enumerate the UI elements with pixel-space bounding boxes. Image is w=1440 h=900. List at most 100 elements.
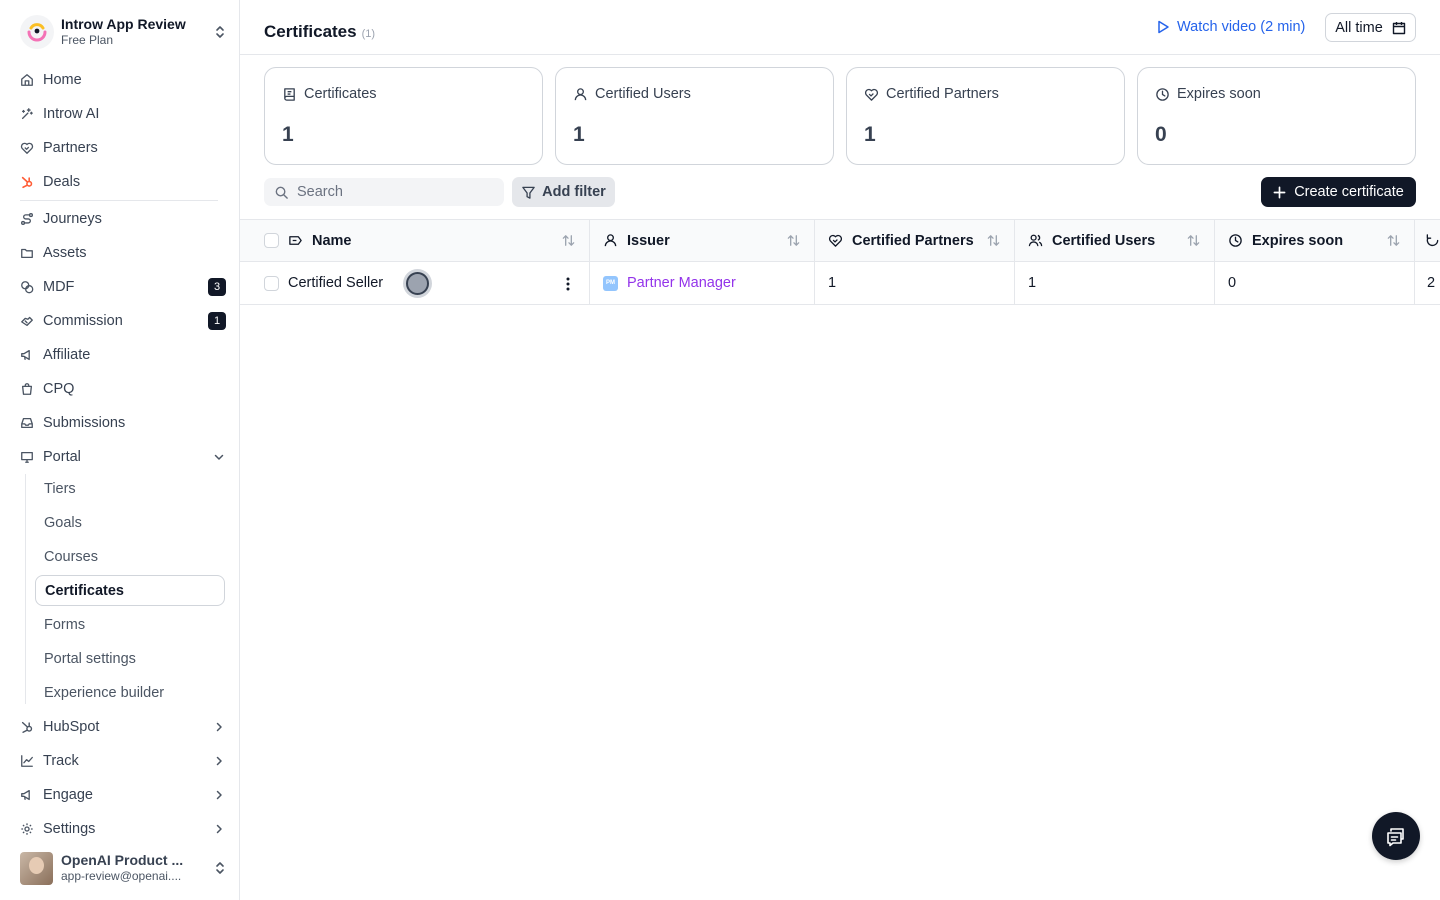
chevron-right-icon [212,788,226,802]
sidebar-item-label: Commission [43,313,123,329]
stat-label: Expires soon [1177,86,1261,102]
table-header: Name Issuer Certified Partners Certified… [240,219,1440,262]
column-header-renewals[interactable] [1415,220,1440,261]
sidebar-item-label: Track [43,753,79,769]
sidebar-item-cpq[interactable]: CPQ [20,375,226,403]
users-icon [1028,233,1043,248]
sort-icon[interactable] [986,233,1001,248]
calendar-icon [1392,21,1406,35]
hubspot-icon [20,720,34,734]
add-filter-button[interactable]: Add filter [512,177,615,207]
sidebar-item-settings[interactable]: Settings [20,815,226,843]
mdf-count-badge: 3 [208,278,226,296]
sidebar-item-commission[interactable]: Commission 1 [20,307,226,335]
cursor-indicator [403,269,432,298]
certificate-name[interactable]: Certified Seller [288,275,383,291]
select-all-checkbox[interactable] [264,233,279,248]
cell-certified-users: 1 [1015,262,1215,304]
megaphone-icon [20,348,34,362]
column-header-certified-users[interactable]: Certified Users [1015,220,1215,261]
workspace-name: Introw App Review [61,16,186,32]
column-header-issuer[interactable]: Issuer [590,220,815,261]
search-icon [274,185,289,200]
column-header-expires-soon[interactable]: Expires soon [1215,220,1415,261]
certificate-icon [282,87,297,102]
issuer-link[interactable]: Partner Manager [627,275,736,291]
sidebar-item-tiers[interactable]: Tiers [35,473,225,504]
cell-name: Certified Seller [240,262,590,304]
filter-icon [521,185,536,200]
coins-icon [20,280,34,294]
stat-card-certified-users: Certified Users 1 [555,67,834,165]
sidebar-item-label: Settings [43,821,96,837]
sidebar-item-label: Portal [43,449,81,465]
chevron-down-icon [212,450,226,464]
monitor-icon [20,450,34,464]
column-header-name[interactable]: Name [240,220,590,261]
user-icon [603,233,618,248]
sidebar-item-courses[interactable]: Courses [35,541,225,572]
sidebar-item-label: Engage [43,787,93,803]
create-certificate-button[interactable]: Create certificate [1261,177,1416,207]
inbox-icon [20,416,34,430]
more-vertical-icon[interactable] [560,276,576,292]
column-label: Name [312,232,352,249]
search-input[interactable] [297,184,487,200]
column-header-certified-partners[interactable]: Certified Partners [815,220,1015,261]
date-range-picker[interactable]: All time [1325,13,1416,42]
user-menu[interactable]: OpenAI Product ... app-review@openai.... [20,851,228,885]
sidebar-item-portal-settings[interactable]: Portal settings [35,643,225,674]
megaphone-icon [20,788,34,802]
sidebar-item-hubspot[interactable]: HubSpot [20,713,226,741]
table-row[interactable]: Certified Seller PM Partner Manager 1 1 … [240,262,1440,305]
sidebar-item-journeys[interactable]: Journeys [20,205,226,233]
commission-count-badge: 1 [208,312,226,330]
sidebar-item-mdf[interactable]: MDF 3 [20,273,226,301]
stat-value: 1 [282,123,294,146]
sidebar-item-partners[interactable]: Partners [20,134,226,162]
stat-label: Certified Users [595,86,691,102]
sidebar-item-forms[interactable]: Forms [35,609,225,640]
chat-icon [1385,825,1407,847]
sidebar-item-engage[interactable]: Engage [20,781,226,809]
sidebar-item-track[interactable]: Track [20,747,226,775]
renewals-value: 2 [1427,275,1436,291]
stat-card-certified-partners: Certified Partners 1 [846,67,1125,165]
sort-icon[interactable] [1386,233,1401,248]
sidebar-item-goals[interactable]: Goals [35,507,225,538]
sort-icon[interactable] [1186,233,1201,248]
watch-video-label: Watch video (2 min) [1177,19,1306,35]
sidebar-item-deals[interactable]: Deals [20,168,226,196]
sidebar-item-experience-builder[interactable]: Experience builder [35,677,225,708]
sidebar-item-home[interactable]: Home [20,66,226,94]
avatar [20,851,53,885]
date-range-label: All time [1335,19,1383,36]
row-checkbox[interactable] [264,275,279,291]
sidebar-item-label: MDF [43,279,75,295]
chevron-right-icon [212,754,226,768]
sidebar-item-portal[interactable]: Portal [20,443,226,471]
user-email: app-review@openai.... [61,869,182,883]
sidebar-item-assets[interactable]: Assets [20,239,226,267]
plus-icon [1273,186,1286,199]
sparkle-icon [20,107,34,121]
column-label: Certified Users [1052,232,1156,249]
sort-icon[interactable] [786,233,801,248]
cell-issuer: PM Partner Manager [590,262,815,304]
chat-launcher-button[interactable] [1372,812,1420,860]
handshake-heart-icon [864,87,879,102]
refresh-icon [1425,233,1440,248]
sidebar-item-affiliate[interactable]: Affiliate [20,341,226,369]
search-box [264,178,504,206]
sidebar-item-certificates[interactable]: Certificates [35,575,225,606]
chevron-up-down-icon [212,860,228,876]
sidebar-item-introw-ai[interactable]: Introw AI [20,100,226,128]
sidebar-item-label: Deals [43,174,81,190]
route-icon [20,212,34,226]
watch-video-link[interactable]: Watch video (2 min) [1156,17,1305,37]
stat-value: 1 [573,123,585,146]
sidebar-item-submissions[interactable]: Submissions [20,409,226,437]
page-title-count: (1) [361,28,376,40]
workspace-switcher[interactable]: Introw App Review Free Plan [20,15,228,49]
sort-icon[interactable] [561,233,576,248]
